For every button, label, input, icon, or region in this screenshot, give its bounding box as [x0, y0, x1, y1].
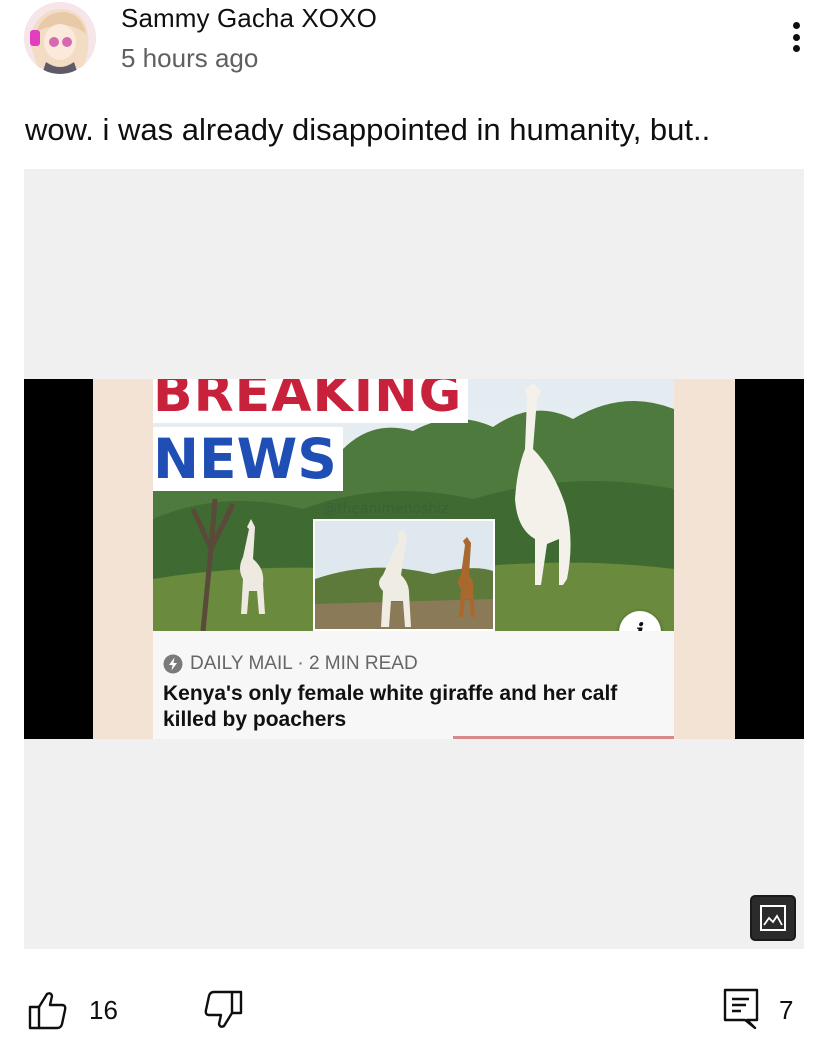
menu-dot: [792, 45, 800, 52]
post-timestamp: 5 hours ago: [121, 43, 259, 73]
avatar[interactable]: [24, 2, 96, 74]
author-name[interactable]: Sammy Gacha XOXO: [121, 3, 377, 34]
breaking-banner: BREAKING: [153, 379, 469, 423]
action-bar: 16 7: [0, 980, 828, 1040]
article-caption: DAILY MAIL · 2 MIN READ Kenya's only fem…: [153, 631, 674, 739]
article-headline: Kenya's only female white giraffe and he…: [163, 682, 618, 731]
news-banner: NEWS: [153, 427, 343, 491]
image-letterbox: @theanimehoshiz BREAKING NEWS i DAILY MA…: [24, 379, 804, 739]
comment-count: 7: [779, 995, 794, 1025]
article-source-text: DAILY MAIL · 2 MIN READ: [190, 653, 418, 674]
article-source: DAILY MAIL · 2 MIN READ: [163, 653, 418, 675]
avatar-image: [24, 2, 96, 74]
menu-dot: [792, 33, 800, 41]
menu-dot: [792, 22, 800, 29]
image-icon-glyph: [760, 905, 786, 931]
post-image-container[interactable]: @theanimehoshiz BREAKING NEWS i DAILY MA…: [24, 169, 804, 949]
post-text: wow. i was already disappointed in human…: [25, 112, 711, 147]
image-gallery-icon[interactable]: [750, 895, 796, 941]
like-count: 16: [89, 995, 118, 1025]
comment-icon[interactable]: [719, 986, 763, 1030]
bolt-icon: [163, 654, 183, 674]
news-card-image: @theanimehoshiz BREAKING NEWS i DAILY MA…: [153, 379, 674, 739]
more-vert-icon[interactable]: [782, 18, 810, 56]
watermark-text: @theanimehoshiz: [323, 501, 448, 517]
thumbs-down-icon[interactable]: [201, 988, 245, 1032]
caption-underline: [453, 736, 674, 739]
thumbs-up-icon[interactable]: [26, 988, 70, 1032]
image-border: @theanimehoshiz BREAKING NEWS i DAILY MA…: [93, 379, 735, 739]
post-header: Sammy Gacha XOXO 5 hours ago: [0, 0, 828, 100]
